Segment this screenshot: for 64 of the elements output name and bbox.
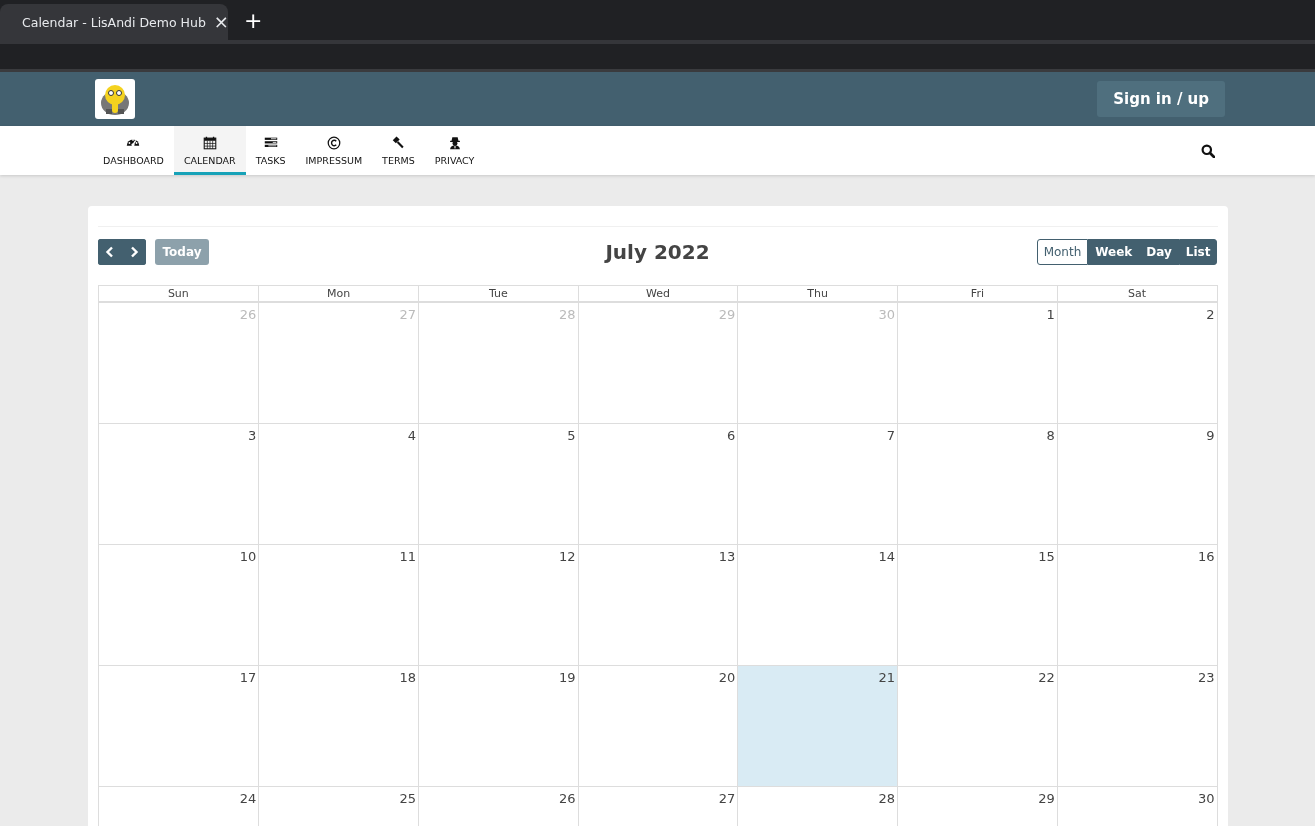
day-number: 29 [718,307,736,322]
chevron-icon [128,245,139,258]
copyright-icon [325,135,342,151]
view-button[interactable]: Month [1036,238,1089,265]
view-button[interactable]: List [1178,238,1218,265]
day-number: 13 [718,549,736,564]
search-icon[interactable] [1201,143,1215,158]
day-number: 10 [239,549,257,564]
weekday-header: Mon [258,286,418,301]
day-number: 2 [1206,307,1215,322]
nav-tab[interactable]: IMPRESSUM [295,126,373,175]
day-number: 17 [239,670,257,685]
day-number: 11 [399,549,416,564]
day-number: 26 [239,307,257,322]
sign-in-button[interactable]: Sign in / up [1097,81,1225,117]
day-number: 29 [1038,791,1055,806]
day-number: 20 [718,670,736,685]
view-button[interactable]: Week [1088,238,1140,265]
weekday-header: Sat [1056,286,1217,301]
day-number: 15 [1038,549,1055,564]
nav-tab[interactable]: TASKS [245,126,296,175]
day-number: 26 [559,791,576,806]
day-number: 4 [407,428,416,443]
day-number: 7 [886,428,896,443]
weekday-header: Wed [577,286,738,301]
day-number: 23 [1197,670,1215,685]
day-number: 12 [559,549,576,564]
elephant-logo[interactable] [95,79,135,119]
day-number: 21 [878,670,896,685]
nav-tab[interactable]: PRIVACY [424,126,485,175]
day-number: 27 [718,791,736,806]
weekday-header: Thu [737,286,898,301]
weekday-header: Tue [417,286,578,301]
day-number: 6 [727,428,736,443]
day-number: 22 [1038,670,1055,685]
day-number: 30 [1197,791,1215,806]
day-number: 19 [559,670,576,685]
browser-tab[interactable]: Calendar - LisAndi Demo Hub × [0,4,228,40]
nav-tab[interactable]: CALENDAR [173,126,246,175]
new-tab-button[interactable]: + [244,10,263,32]
nav-tab[interactable]: DASHBOARD [93,126,174,175]
weekday-header: Sun [166,286,190,301]
day-number: 27 [399,307,416,322]
month-title: July 2022 [605,239,710,264]
view-button[interactable]: Day [1139,238,1179,265]
calendar-icon [201,135,218,151]
day-number: 25 [399,791,416,806]
day-number: 28 [559,307,576,322]
day-number: 14 [878,549,896,564]
day-number: 1 [1046,307,1055,322]
day-number: 30 [878,307,896,322]
day-number: 3 [247,428,257,443]
weekday-header: Fri [897,286,1057,301]
close-tab-button[interactable]: × [213,13,229,31]
tab-title: Calendar - LisAndi Demo Hub [22,14,206,30]
day-number: 9 [1206,428,1215,443]
day-number: 5 [567,428,576,443]
day-number: 18 [399,670,416,685]
day-number: 16 [1197,549,1215,564]
day-number: 8 [1046,428,1055,443]
chevron-icon [104,245,115,258]
day-number: 24 [239,791,257,806]
nav-tab[interactable]: TERMS [372,126,425,175]
day-number: 28 [878,791,896,806]
